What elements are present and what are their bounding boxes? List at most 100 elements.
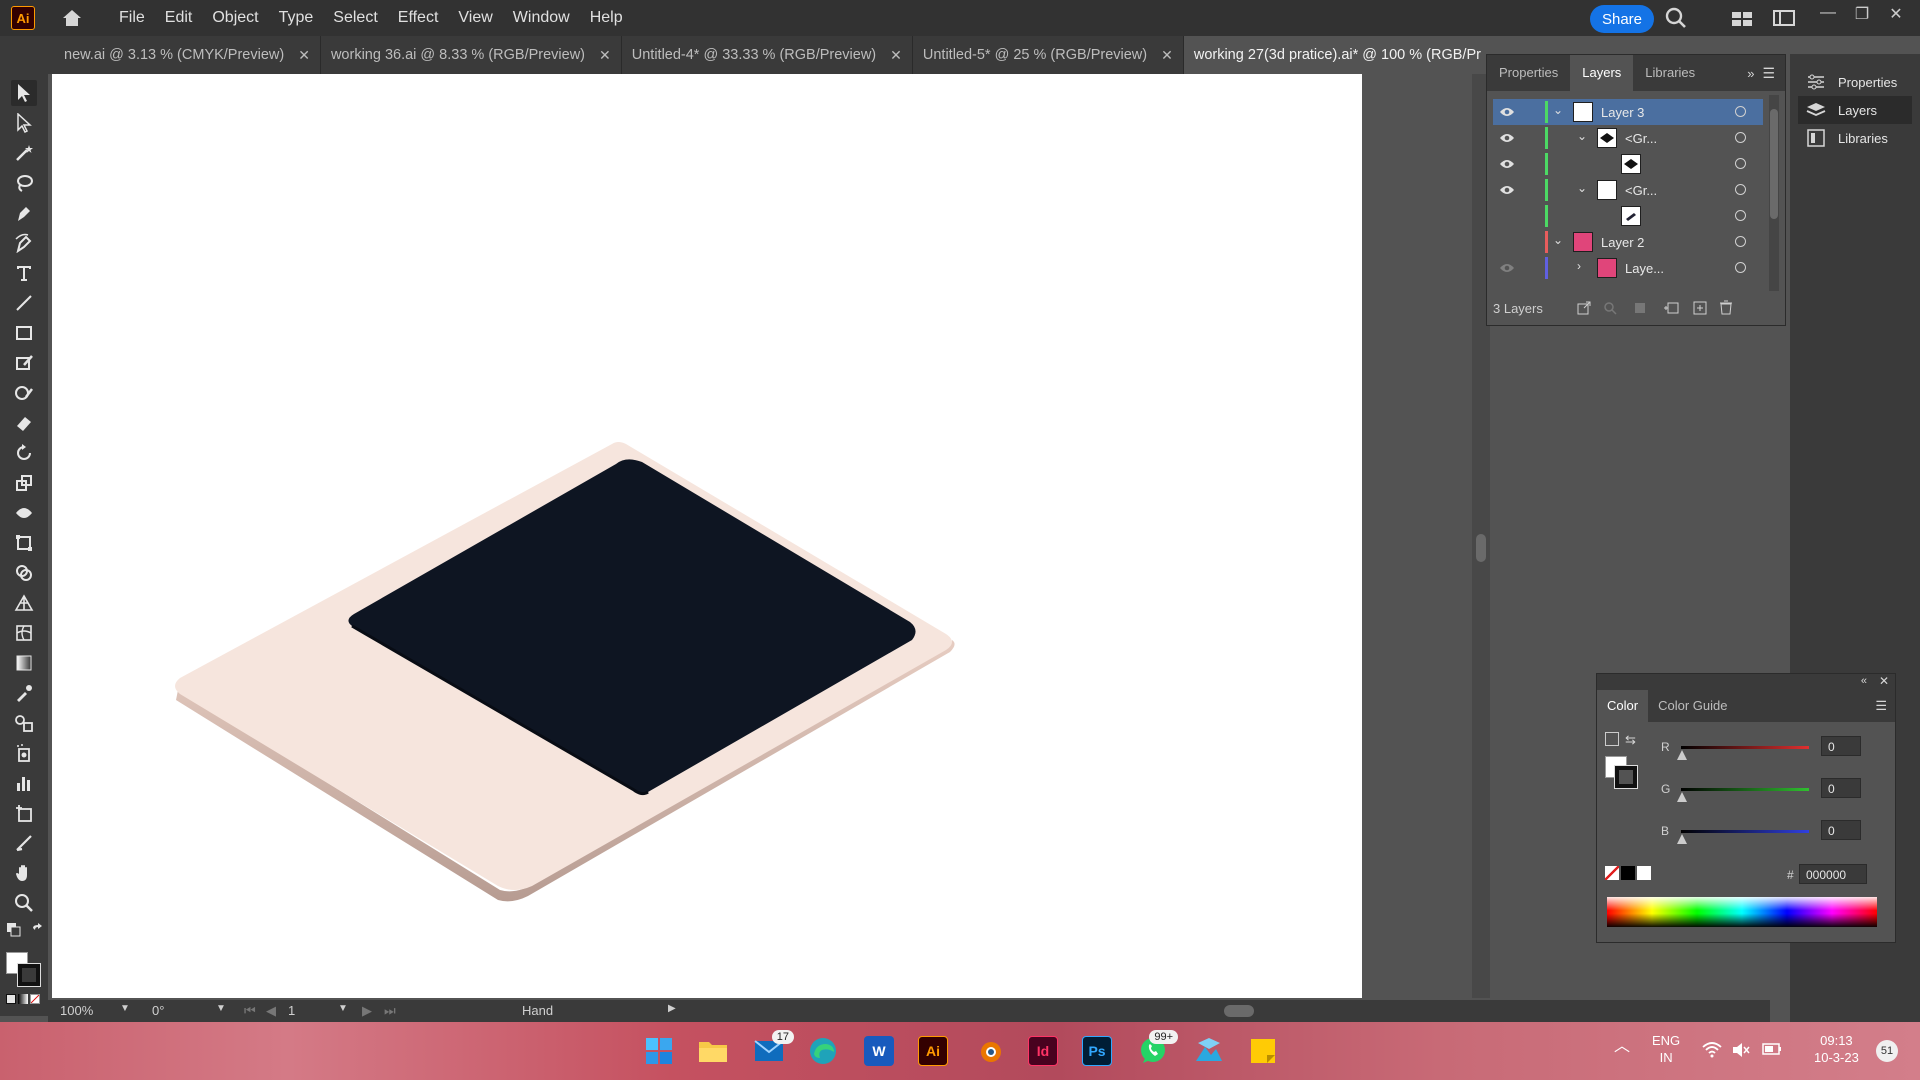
direct-selection-tool-icon[interactable] bbox=[11, 110, 37, 136]
chevron-down-icon[interactable]: ⌄ bbox=[1553, 103, 1567, 117]
free-transform-tool-icon[interactable] bbox=[11, 530, 37, 556]
layer-name[interactable]: Layer 2 bbox=[1601, 235, 1644, 250]
eye-icon[interactable] bbox=[1499, 132, 1515, 144]
chevron-down-icon[interactable]: ⌄ bbox=[1553, 233, 1567, 247]
zoom-dropdown-icon[interactable]: ▼ bbox=[120, 1003, 130, 1014]
menu-file[interactable]: File bbox=[109, 0, 155, 36]
stroke-color-swatch[interactable] bbox=[1614, 765, 1638, 789]
column-graph-tool-icon[interactable] bbox=[11, 770, 37, 796]
rectangle-tool-icon[interactable] bbox=[11, 320, 37, 346]
eyedropper-tool-icon[interactable] bbox=[11, 680, 37, 706]
close-tab-icon[interactable]: ✕ bbox=[1161, 47, 1173, 64]
eye-icon[interactable] bbox=[1499, 158, 1515, 170]
menu-edit[interactable]: Edit bbox=[155, 0, 203, 36]
target-circle-icon[interactable] bbox=[1735, 236, 1746, 247]
menu-effect[interactable]: Effect bbox=[388, 0, 449, 36]
layer-row-group1[interactable]: ⌄ <Gr... bbox=[1493, 125, 1763, 151]
target-circle-icon[interactable] bbox=[1735, 106, 1746, 117]
volume-muted-icon[interactable] bbox=[1732, 1042, 1750, 1058]
menu-select[interactable]: Select bbox=[323, 0, 387, 36]
chevron-right-icon[interactable]: › bbox=[1577, 259, 1591, 273]
tab-working-27[interactable]: working 27(3d pratice).ai* @ 100 % (RGB/… bbox=[1183, 36, 1490, 74]
photos-icon[interactable] bbox=[1194, 1036, 1224, 1066]
artboard[interactable] bbox=[52, 74, 1362, 998]
close-icon[interactable]: ✕ bbox=[1886, 4, 1906, 24]
notification-badge[interactable]: 51 bbox=[1876, 1040, 1898, 1062]
menu-help[interactable]: Help bbox=[580, 0, 633, 36]
artboard-tool-icon[interactable] bbox=[11, 800, 37, 826]
photoshop-icon[interactable]: Ps bbox=[1082, 1036, 1112, 1066]
status-menu-icon[interactable]: ▶ bbox=[668, 1003, 676, 1014]
show-hidden-icons-icon[interactable]: ︿ bbox=[1614, 1038, 1630, 1055]
magic-wand-tool-icon[interactable] bbox=[11, 140, 37, 166]
panel-menu-icon[interactable]: ☰ bbox=[1762, 65, 1775, 82]
home-icon[interactable] bbox=[59, 5, 85, 31]
close-panel-icon[interactable]: ✕ bbox=[1879, 674, 1889, 688]
color-spectrum[interactable] bbox=[1607, 897, 1877, 927]
layer-name[interactable]: <Gr... bbox=[1625, 131, 1657, 146]
layer-name[interactable]: <Gr... bbox=[1625, 183, 1657, 198]
language-indicator[interactable]: ENG IN bbox=[1652, 1032, 1680, 1066]
new-layer-icon[interactable] bbox=[1693, 301, 1707, 315]
wifi-icon[interactable] bbox=[1702, 1042, 1722, 1058]
none-swatch[interactable] bbox=[1605, 866, 1619, 880]
eraser-tool-icon[interactable] bbox=[11, 410, 37, 436]
artboard-dropdown-icon[interactable]: ▼ bbox=[338, 1003, 348, 1014]
tab-new-ai[interactable]: new.ai @ 3.13 % (CMYK/Preview) ✕ bbox=[54, 36, 321, 74]
red-slider[interactable] bbox=[1681, 746, 1809, 749]
hex-input[interactable]: 000000 bbox=[1799, 864, 1867, 884]
eye-icon[interactable] bbox=[1499, 262, 1515, 274]
default-fill-stroke-icon[interactable] bbox=[6, 922, 22, 938]
chevron-down-icon[interactable]: ⌄ bbox=[1577, 129, 1591, 143]
lasso-tool-icon[interactable] bbox=[11, 170, 37, 196]
tab-layers[interactable]: Layers bbox=[1570, 55, 1634, 91]
layers-scrollbar[interactable] bbox=[1769, 95, 1779, 291]
horizontal-scrollbar[interactable] bbox=[688, 1005, 1770, 1017]
menu-window[interactable]: Window bbox=[503, 0, 580, 36]
symbol-sprayer-tool-icon[interactable] bbox=[11, 740, 37, 766]
menu-view[interactable]: View bbox=[448, 0, 502, 36]
tab-color-guide[interactable]: Color Guide bbox=[1648, 690, 1737, 722]
green-value[interactable]: 0 bbox=[1821, 778, 1861, 798]
export-icon[interactable] bbox=[1577, 301, 1591, 315]
shape-builder-tool-icon[interactable] bbox=[11, 560, 37, 586]
white-swatch[interactable] bbox=[1637, 866, 1651, 880]
mesh-tool-icon[interactable] bbox=[11, 620, 37, 646]
type-tool-icon[interactable] bbox=[11, 260, 37, 286]
gradient-tool-icon[interactable] bbox=[11, 650, 37, 676]
blue-value[interactable]: 0 bbox=[1821, 820, 1861, 840]
width-tool-icon[interactable] bbox=[11, 500, 37, 526]
expand-panel-icon[interactable]: » bbox=[1747, 66, 1754, 81]
arrange-documents-icon[interactable] bbox=[1730, 7, 1754, 29]
restore-icon[interactable]: ❐ bbox=[1852, 4, 1872, 24]
indesign-icon[interactable]: Id bbox=[1028, 1036, 1058, 1066]
scale-tool-icon[interactable] bbox=[11, 470, 37, 496]
pen-tool-icon[interactable] bbox=[11, 200, 37, 226]
sticky-notes-icon[interactable] bbox=[1248, 1036, 1278, 1066]
word-icon[interactable]: W bbox=[864, 1036, 894, 1066]
curvature-tool-icon[interactable] bbox=[11, 230, 37, 256]
share-button[interactable]: Share bbox=[1590, 5, 1654, 33]
swap-fill-stroke-icon[interactable] bbox=[30, 922, 46, 938]
green-slider-thumb[interactable] bbox=[1677, 792, 1687, 802]
eye-icon[interactable] bbox=[1499, 184, 1515, 196]
tab-untitled-5[interactable]: Untitled-5* @ 25 % (RGB/Preview) ✕ bbox=[913, 36, 1184, 74]
eye-icon[interactable] bbox=[1499, 106, 1515, 118]
rotate-dropdown-icon[interactable]: ▼ bbox=[216, 1003, 226, 1014]
close-tab-icon[interactable]: ✕ bbox=[298, 47, 310, 64]
slice-tool-icon[interactable] bbox=[11, 830, 37, 856]
selection-tool-icon[interactable] bbox=[11, 80, 37, 106]
locate-object-icon[interactable] bbox=[1603, 301, 1617, 315]
target-circle-icon[interactable] bbox=[1735, 184, 1746, 195]
blue-slider[interactable] bbox=[1681, 830, 1809, 833]
tab-working-36[interactable]: working 36.ai @ 8.33 % (RGB/Preview) ✕ bbox=[321, 36, 622, 74]
next-artboard-icon[interactable]: ▶ bbox=[362, 1003, 372, 1019]
layer-row-layer2[interactable]: ⌄ Layer 2 bbox=[1493, 229, 1763, 255]
red-slider-thumb[interactable] bbox=[1677, 750, 1687, 760]
line-tool-icon[interactable] bbox=[11, 290, 37, 316]
mail-icon[interactable]: 17 bbox=[754, 1030, 794, 1066]
collapse-panel-icon[interactable]: « bbox=[1861, 675, 1867, 687]
rotate-view[interactable]: 0° bbox=[152, 1003, 164, 1018]
dock-libraries[interactable]: Libraries bbox=[1798, 124, 1912, 152]
scroll-thumb[interactable] bbox=[1476, 534, 1486, 562]
